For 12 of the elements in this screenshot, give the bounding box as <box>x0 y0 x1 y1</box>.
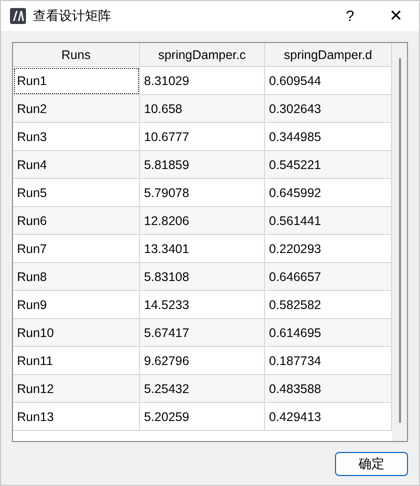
window-title: 查看设计矩阵 <box>33 7 112 25</box>
table-cell: 0.429413 <box>265 403 392 431</box>
column-header[interactable]: springDamper.c <box>140 43 265 67</box>
close-button[interactable]: ✕ <box>373 1 419 31</box>
app-logo-icon <box>10 8 26 24</box>
ok-button[interactable]: 确定 <box>335 452 408 476</box>
help-button[interactable]: ? <box>327 1 373 31</box>
column-header[interactable]: springDamper.d <box>265 43 392 67</box>
table-cell: 5.20259 <box>140 403 265 431</box>
table-cell: Run1 <box>13 67 140 95</box>
column-header[interactable]: Runs <box>13 43 140 67</box>
table-cell: Run13 <box>13 403 140 431</box>
